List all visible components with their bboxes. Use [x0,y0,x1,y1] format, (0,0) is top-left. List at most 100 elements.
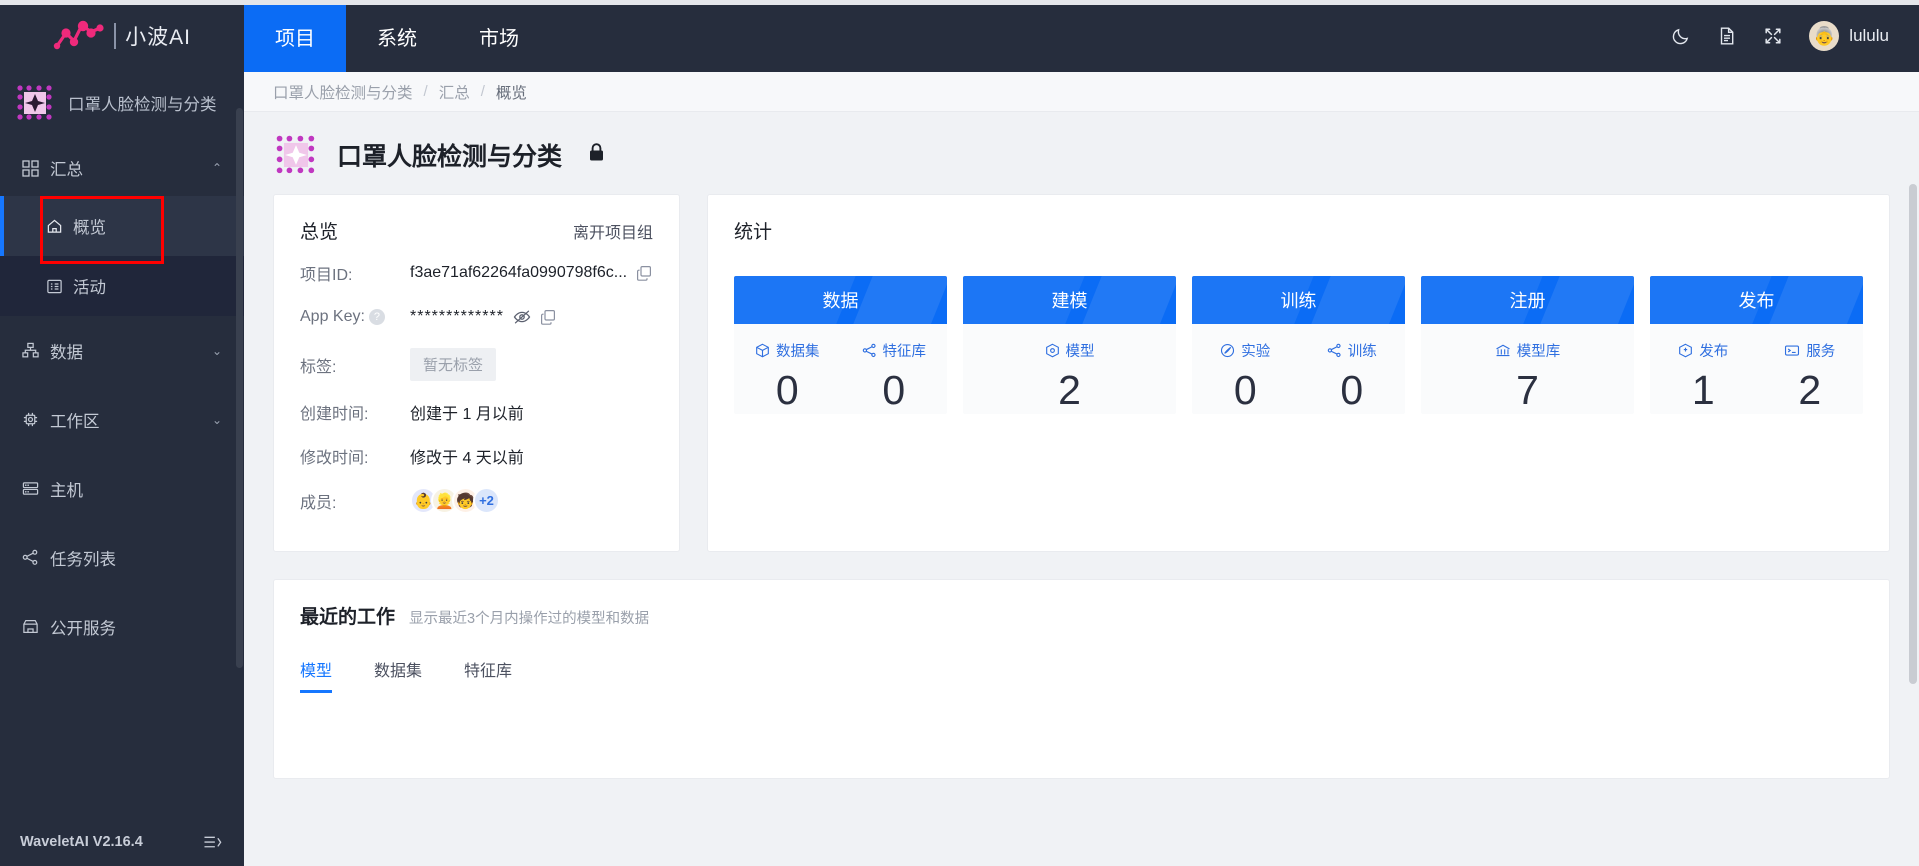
metric-feature-store-label: 特征库 [862,340,926,361]
overview-card-header: 总览 离开项目组 [300,217,653,260]
stat-card-training-header: 训练 [1192,276,1405,324]
fullscreen-icon[interactable] [1763,26,1783,46]
tab-system-label: 系统 [377,27,417,50]
recent-tab-feature-stores[interactable]: 特征库 [464,657,512,693]
help-icon[interactable]: ? [368,309,385,325]
empty-tag-badge[interactable]: 暂无标签 [410,348,497,381]
project-id-value-wrap: f3ae71af62264fa0990798f6c... [410,264,652,282]
dark-mode-icon[interactable] [1671,26,1691,46]
recent-tab-datasets[interactable]: 数据集 [374,657,422,693]
metric-dataset-text: 数据集 [776,344,820,360]
sidebar-subgroup: 概览 活动 [0,196,244,316]
chevron-down-icon[interactable]: ⌄ [212,344,222,358]
cube-icon [1045,343,1060,358]
brand-logo[interactable]: 小波AI [0,0,244,72]
shop-icon [22,618,39,635]
lock-icon [588,142,605,168]
chevron-down-icon[interactable]: ⌄ [212,413,222,427]
window-title-strip [0,0,1919,5]
metric-experiment-text: 实验 [1241,344,1271,360]
page-scrollbar-thumb[interactable] [1909,184,1917,684]
sidebar-item-data-label: 数据 [50,343,83,362]
copy-icon[interactable] [540,309,556,325]
project-id-value: f3ae71af62264fa0990798f6c... [410,264,628,281]
recent-work-subtitle: 显示最近3个月内操作过的模型和数据 [409,611,650,627]
chevron-up-icon[interactable]: ⌃ [212,162,222,174]
app-version: WaveletAI V2.16.4 [20,834,143,850]
sidebar-item-workspace[interactable]: 工作区 ⌄ [0,385,244,454]
stat-card-release-metrics: 发布 1 服务 2 [1650,324,1863,414]
tags-label: 标签: [300,358,337,376]
sidebar-item-task-list[interactable]: 任务列表 [0,523,244,592]
modified-time-label: 修改时间: [300,450,369,467]
metric-training-text: 训练 [1347,344,1377,360]
metric-training[interactable]: 训练 0 [1299,324,1406,414]
sidebar-project-header[interactable]: 口罩人脸检测与分类 [0,72,244,134]
metric-experiment-value: 0 [1233,367,1257,413]
grid-icon [22,159,39,177]
breadcrumb-item-project[interactable]: 口罩人脸检测与分类 [273,81,413,103]
sidebar-item-data[interactable]: 数据 ⌄ [0,316,244,385]
page-scrollbar[interactable] [1909,184,1917,866]
member-overflow-badge[interactable]: +2 [473,487,500,514]
created-time-row: 创建时间: 创建于 1 月以前 [300,399,653,425]
stat-card-release-title: 发布 [1738,291,1775,311]
metric-service-label: 服务 [1784,340,1835,361]
tags-row: 标签: 暂无标签 [300,348,653,381]
docs-icon[interactable] [1717,26,1737,46]
metric-feature-store[interactable]: 特征库 0 [841,324,948,414]
stat-card-modeling: 建模 模型 2 [963,276,1176,415]
recent-tab-models[interactable]: 模型 [300,657,333,693]
breadcrumb-item-summary[interactable]: 汇总 [439,81,470,103]
project-logo-icon [273,132,319,178]
leave-project-group-link[interactable]: 离开项目组 [573,219,653,243]
sidebar-item-host[interactable]: 主机 [0,454,244,523]
members-label: 成员: [300,494,337,512]
stat-card-registry-title: 注册 [1509,291,1546,311]
metric-feature-store-value: 0 [882,367,906,413]
stat-card-training-metrics: 实验 0 训练 0 [1192,324,1405,414]
summary-row: 总览 离开项目组 项目ID: f3ae71af62264fa0990798f6c… [273,194,1890,552]
sidebar-item-overview[interactable]: 概览 [0,196,244,256]
metric-service[interactable]: 服务 2 [1757,324,1864,414]
created-time-label: 创建时间: [300,406,369,423]
tab-market[interactable]: 市场 [448,0,550,72]
tab-projects[interactable]: 项目 [244,0,346,72]
created-time-value: 创建于 1 月以前 [410,406,524,423]
metric-model-registry-value: 7 [1516,367,1539,413]
sidebar-scrollbar[interactable] [236,108,243,668]
sidebar-item-activity[interactable]: 活动 [0,256,244,316]
collapse-menu-icon[interactable] [203,834,222,851]
breadcrumb: 口罩人脸检测与分类 / 汇总 / 概览 [244,72,1919,112]
rocket-icon [1678,343,1693,358]
avatar: 👵 [1809,21,1840,51]
metric-dataset-value: 0 [775,367,799,413]
sidebar-project-name: 口罩人脸检测与分类 [68,96,217,114]
modified-time-value: 修改于 4 天以前 [410,450,524,467]
sidebar-item-workspace-label: 工作区 [50,412,100,431]
tab-projects-label: 项目 [275,27,315,50]
user-menu[interactable]: 👵 lululu [1809,21,1889,51]
metric-experiment[interactable]: 实验 0 [1192,324,1299,414]
metric-model-registry[interactable]: 模型库 7 [1421,324,1634,414]
sidebar-item-public-service[interactable]: 公开服务 [0,592,244,661]
breadcrumb-separator: / [423,83,428,100]
app-key-label: App Key: ? [300,308,410,326]
main-area: 项目 系统 市场 👵 lululu 口罩人脸检测与分类 / 汇总 / 概览 口罩… [244,0,1919,866]
recent-work-header: 最近的工作 显示最近3个月内操作过的模型和数据 [300,602,1863,629]
breadcrumb-item-overview[interactable]: 概览 [496,81,527,103]
statistics-title: 统计 [734,222,773,243]
tab-system[interactable]: 系统 [346,0,448,72]
metric-release[interactable]: 发布 1 [1650,324,1757,414]
metric-dataset[interactable]: 数据集 0 [734,324,841,414]
sidebar-group-summary[interactable]: 汇总 ⌃ [0,140,244,196]
metric-experiment-label: 实验 [1220,340,1270,361]
copy-icon[interactable] [636,265,652,281]
eye-off-icon[interactable] [513,309,531,325]
statistics-card: 统计 数据 数据集 0 特征库 0 建模 模型 2 训练 实验 0 训练 0 注… [707,194,1890,552]
member-avatars[interactable]: 👶 👱 🧒 +2 [410,487,500,514]
sidebar-group-label: 汇总 [50,161,83,179]
metric-model[interactable]: 模型 2 [963,324,1176,414]
bank-icon [1495,343,1511,358]
overview-title: 总览 [300,222,339,243]
